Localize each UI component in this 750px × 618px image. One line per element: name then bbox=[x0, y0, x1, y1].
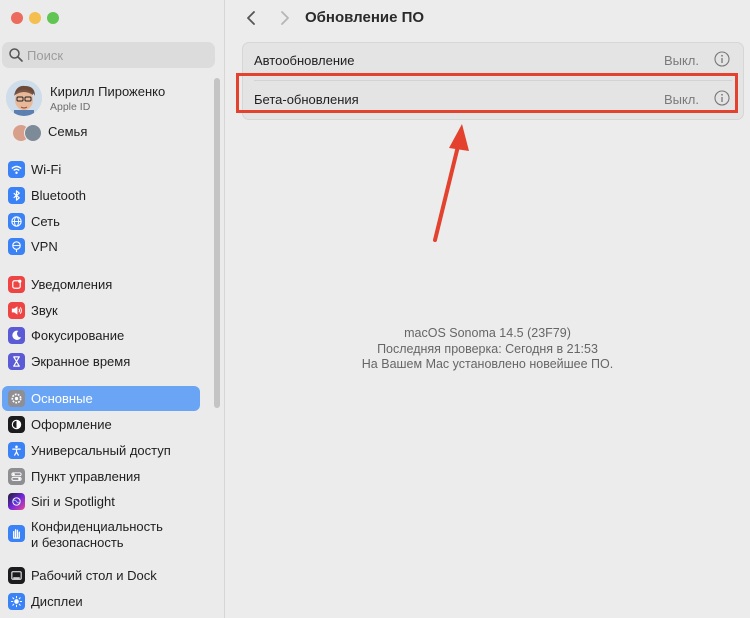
vpn-globe-icon bbox=[8, 238, 25, 255]
sidebar-item-label-line2: и безопасность bbox=[31, 535, 124, 550]
sidebar-item-siri-spotlight[interactable]: Siri и Spotlight bbox=[2, 489, 200, 514]
sidebar-item-appearance[interactable]: Оформление bbox=[2, 412, 200, 437]
account-name: Кирилл Пироженко bbox=[50, 84, 166, 99]
sidebar-scrollbar[interactable] bbox=[214, 78, 220, 408]
dock-icon bbox=[8, 567, 25, 584]
accessibility-icon bbox=[8, 442, 25, 459]
sidebar-item-focus[interactable]: Фокусирование bbox=[2, 323, 200, 348]
sidebar-item-control-center[interactable]: Пункт управления bbox=[2, 464, 200, 489]
moon-icon bbox=[8, 327, 25, 344]
family-label: Семья bbox=[48, 124, 88, 139]
row-label: Автообновление bbox=[254, 53, 355, 68]
sidebar-item-screen-time[interactable]: Экранное время bbox=[2, 349, 200, 374]
last-check-text: Последняя проверка: Сегодня в 21:53 bbox=[377, 342, 598, 356]
info-icon[interactable] bbox=[714, 51, 730, 67]
sidebar-item-sound[interactable]: Звук bbox=[2, 298, 200, 323]
sidebar-item-label: Wi-Fi bbox=[31, 162, 62, 177]
minimize-window-button[interactable] bbox=[29, 12, 41, 24]
sidebar-item-label: Оформление bbox=[31, 417, 112, 432]
memoji-avatar-icon bbox=[6, 80, 42, 116]
sidebar-item-wifi[interactable]: Wi-Fi bbox=[2, 157, 200, 182]
sidebar-item-accessibility[interactable]: Универсальный доступ bbox=[2, 438, 200, 463]
bluetooth-icon bbox=[8, 187, 25, 204]
wifi-icon bbox=[8, 161, 25, 178]
back-chevron-icon[interactable] bbox=[243, 9, 261, 27]
sidebar-item-general[interactable]: Основные bbox=[2, 386, 200, 411]
page-title: Обновление ПО bbox=[305, 9, 425, 26]
sidebar-item-label: Экранное время bbox=[31, 354, 131, 369]
sidebar: Поиск Кирилл Пироженко Apple ID Семья Wi… bbox=[0, 0, 225, 618]
sidebar-item-label: Универсальный доступ bbox=[31, 443, 171, 458]
search-placeholder: Поиск bbox=[27, 48, 64, 63]
account-subtitle: Apple ID bbox=[50, 101, 91, 113]
sidebar-item-displays[interactable]: Дисплеи bbox=[2, 589, 200, 614]
sidebar-item-label: Звук bbox=[31, 303, 58, 318]
sidebar-item-label: Сеть bbox=[31, 214, 60, 229]
globe-icon bbox=[8, 213, 25, 230]
search-icon bbox=[9, 48, 23, 62]
sidebar-item-notifications[interactable]: Уведомления bbox=[2, 272, 200, 297]
sidebar-item-desktop-dock[interactable]: Рабочий стол и Dock bbox=[2, 563, 200, 588]
sidebar-item-label: Рабочий стол и Dock bbox=[31, 568, 157, 583]
siri-icon bbox=[8, 493, 25, 510]
sidebar-item-vpn[interactable]: VPN bbox=[2, 234, 200, 259]
family-item[interactable]: Семья bbox=[8, 122, 208, 142]
forward-chevron-icon[interactable] bbox=[275, 9, 293, 27]
sidebar-item-label: Siri и Spotlight bbox=[31, 494, 115, 509]
sidebar-item-label: Пункт управления bbox=[31, 469, 141, 484]
control-center-icon bbox=[8, 468, 25, 485]
up-to-date-text: На Вашем Mac установлено новейшее ПО. bbox=[361, 357, 614, 371]
avatar bbox=[6, 80, 42, 116]
annotation-arrow-icon bbox=[433, 124, 469, 242]
family-avatar-icon bbox=[24, 124, 42, 142]
sidebar-item-bluetooth[interactable]: Bluetooth bbox=[2, 183, 200, 208]
os-version-text: macOS Sonoma 14.5 (23F79) bbox=[404, 326, 571, 340]
hourglass-icon bbox=[8, 353, 25, 370]
speaker-icon bbox=[8, 302, 25, 319]
sidebar-item-privacy-security[interactable]: Конфиденциальность и безопасность bbox=[2, 515, 200, 551]
close-window-button[interactable] bbox=[11, 12, 23, 24]
apple-id-account[interactable]: Кирилл Пироженко Apple ID bbox=[6, 80, 206, 118]
sidebar-item-label: VPN bbox=[31, 239, 58, 254]
gear-icon bbox=[8, 390, 25, 407]
annotation-highlight-box bbox=[236, 73, 738, 113]
hand-icon bbox=[8, 525, 25, 542]
sidebar-item-label: Основные bbox=[31, 391, 93, 406]
row-value: Выкл. bbox=[663, 53, 699, 68]
sidebar-item-label: Фокусирование bbox=[31, 328, 125, 343]
sidebar-item-label: Bluetooth bbox=[31, 188, 86, 203]
sidebar-item-network[interactable]: Сеть bbox=[2, 209, 200, 234]
zoom-window-button[interactable] bbox=[47, 12, 59, 24]
search-input[interactable]: Поиск bbox=[2, 42, 215, 68]
appearance-icon bbox=[8, 416, 25, 433]
sidebar-item-label: Уведомления bbox=[31, 277, 113, 292]
sidebar-item-label: Конфиденциальность bbox=[31, 519, 163, 534]
sun-icon bbox=[8, 593, 25, 610]
sidebar-item-label: Дисплеи bbox=[31, 594, 83, 609]
bell-icon bbox=[8, 276, 25, 293]
